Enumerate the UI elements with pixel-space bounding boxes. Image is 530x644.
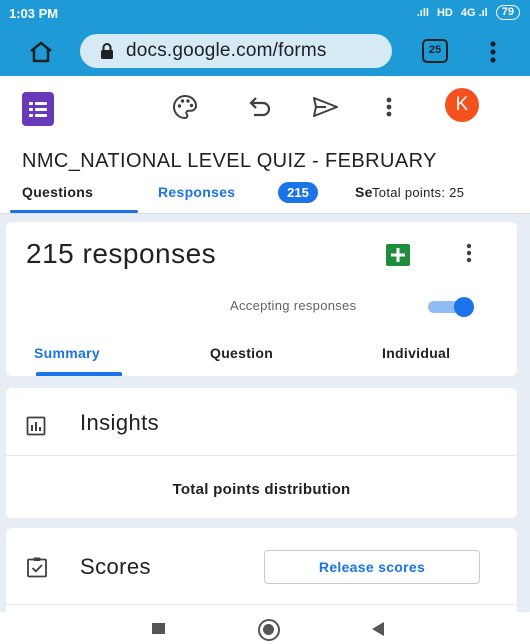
home-icon[interactable] xyxy=(28,40,54,64)
scores-title: Scores xyxy=(80,554,151,579)
browser-toolbar: docs.google.com/forms 25 xyxy=(0,28,530,76)
home-nav-icon[interactable] xyxy=(258,619,280,641)
forms-header: K NMC_NATIONAL LEVEL QUIZ - FEBRUARY Que… xyxy=(0,76,530,214)
recents-icon[interactable] xyxy=(152,623,165,634)
subtab-indicator xyxy=(36,372,122,376)
status-time: 1:03 PM xyxy=(9,6,59,21)
back-icon[interactable] xyxy=(372,622,384,636)
responses-count-badge: 215 xyxy=(278,182,318,203)
insights-icon xyxy=(26,416,46,436)
hd-icon: HD xyxy=(436,6,453,19)
forms-logo-icon[interactable] xyxy=(22,92,54,126)
responses-count: 215 responses xyxy=(26,238,217,269)
tab-indicator xyxy=(10,210,138,213)
form-title: NMC_NATIONAL LEVEL QUIZ - FEBRUARY xyxy=(22,150,437,172)
lock-icon xyxy=(101,43,113,59)
sheets-icon[interactable] xyxy=(386,244,410,266)
tab-summary[interactable]: Summary xyxy=(34,345,100,361)
divider xyxy=(6,455,517,456)
url-text: docs.google.com/forms xyxy=(126,40,327,61)
tab-questions[interactable]: Questions xyxy=(22,184,93,200)
send-icon[interactable] xyxy=(310,92,340,122)
accepting-responses-toggle[interactable] xyxy=(426,296,476,318)
more-vert-icon[interactable] xyxy=(383,92,395,122)
tab-settings[interactable]: Settings xyxy=(355,184,372,200)
tab-question[interactable]: Question xyxy=(210,345,273,361)
points-distribution-label: Total points distribution xyxy=(172,481,351,498)
account-avatar[interactable]: K xyxy=(445,88,479,122)
insights-card: Insights Total points distribution xyxy=(6,388,517,518)
signal-icon: .ıll xyxy=(416,6,429,19)
accepting-responses-label: Accepting responses xyxy=(230,298,357,313)
more-vert-icon[interactable] xyxy=(465,242,473,264)
tab-switcher-button[interactable]: 25 xyxy=(422,39,448,63)
scores-card: Scores Release scores xyxy=(6,528,517,612)
release-scores-button[interactable]: Release scores xyxy=(264,550,480,584)
divider xyxy=(6,604,517,605)
responses-card: 215 responses Accepting responses Summar… xyxy=(6,222,517,376)
signal-4g-icon: 4G .ıl xyxy=(460,6,488,19)
tab-responses[interactable]: Responses xyxy=(158,184,235,200)
assignment-check-icon xyxy=(27,557,47,578)
system-nav-bar xyxy=(0,612,530,644)
browser-menu-icon[interactable] xyxy=(487,38,499,66)
status-bar: 1:03 PM .ıll HD 4G .ıl 79 xyxy=(0,0,530,28)
status-icons: .ıll HD 4G .ıl 79 xyxy=(417,5,520,20)
battery-icon: 79 xyxy=(495,5,520,20)
tab-individual[interactable]: Individual xyxy=(382,345,450,361)
address-bar[interactable]: docs.google.com/forms xyxy=(80,34,392,68)
undo-icon[interactable] xyxy=(244,92,274,122)
palette-icon[interactable] xyxy=(170,92,200,122)
insights-title: Insights xyxy=(80,410,160,435)
total-points: Total points: 25 xyxy=(372,185,465,200)
